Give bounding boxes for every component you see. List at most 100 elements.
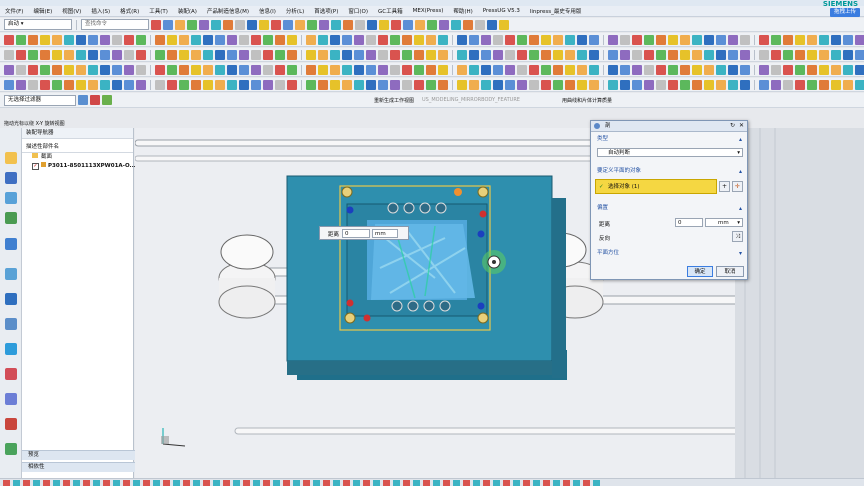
toolbar-icon[interactable] — [427, 19, 437, 30]
toolbar-icon[interactable] — [843, 49, 853, 60]
toolbar-icon[interactable] — [112, 49, 122, 60]
toolbar-icon[interactable] — [16, 64, 26, 75]
toolbar-icon[interactable] — [287, 64, 297, 75]
toolbar-icon[interactable] — [191, 49, 201, 60]
toolbar-icon[interactable] — [28, 34, 38, 45]
toolbar-icon[interactable] — [553, 34, 563, 45]
bottom-toolbar-icon[interactable] — [73, 479, 80, 486]
toolbar-icon[interactable] — [517, 34, 527, 45]
toolbar-icon[interactable] — [283, 19, 293, 30]
toolbar-icon[interactable] — [112, 79, 122, 90]
tree-item-sections[interactable]: 截面 — [22, 153, 133, 162]
menu-item[interactable]: PressUG V5.3 — [478, 8, 525, 14]
bottom-toolbar-icon[interactable] — [573, 479, 580, 486]
bottom-toolbar-icon[interactable] — [383, 479, 390, 486]
toolbar-icon[interactable] — [155, 79, 165, 90]
toolbar-icon[interactable] — [275, 34, 285, 45]
crosshair-icon[interactable]: ✛ — [732, 181, 743, 192]
toolbar-icon[interactable] — [179, 34, 189, 45]
toolbar-icon[interactable] — [704, 64, 714, 75]
toolbar-icon[interactable] — [680, 79, 690, 90]
menu-item[interactable]: 视图(V) — [57, 7, 86, 15]
toolbar-icon[interactable] — [136, 79, 146, 90]
toolbar-icon[interactable] — [215, 34, 225, 45]
system-materials-icon[interactable] — [5, 293, 17, 305]
toolbar-icon[interactable] — [831, 79, 841, 90]
toolbar-icon[interactable] — [40, 79, 50, 90]
toolbar-icon[interactable] — [505, 79, 515, 90]
toolbar-icon[interactable] — [517, 49, 527, 60]
toolbar-icon[interactable] — [402, 49, 412, 60]
bottom-toolbar-icon[interactable] — [93, 479, 100, 486]
toolbar-icon[interactable] — [819, 79, 829, 90]
toolbar-icon[interactable] — [275, 64, 285, 75]
toolbar-icon[interactable] — [771, 64, 781, 75]
toolbar-icon[interactable] — [541, 79, 551, 90]
distance-input[interactable]: 0 — [675, 218, 703, 227]
toolbar-icon[interactable] — [306, 49, 316, 60]
toolbar-icon[interactable] — [167, 64, 177, 75]
toolbar-icon[interactable] — [263, 64, 273, 75]
toolbar-icon[interactable] — [620, 49, 630, 60]
bottom-toolbar-icon[interactable] — [133, 479, 140, 486]
toolbar-icon[interactable] — [529, 64, 539, 75]
bottom-toolbar-icon[interactable] — [153, 479, 160, 486]
toolbar-icon[interactable] — [306, 64, 316, 75]
toolbar-icon[interactable] — [565, 79, 575, 90]
tree-item-part[interactable]: ✓ P3011-8501113XPW01A-O... — [22, 162, 136, 171]
toolbar-icon[interactable] — [620, 34, 630, 45]
menu-item[interactable]: 帮助(H) — [448, 7, 477, 15]
toolbar-icon[interactable] — [227, 79, 237, 90]
toolbar-icon[interactable] — [414, 34, 424, 45]
menu-item[interactable]: 首选项(P) — [309, 7, 343, 15]
toolbar-icon[interactable] — [680, 49, 690, 60]
toolbar-icon[interactable] — [807, 34, 817, 45]
toolbar-icon[interactable] — [100, 34, 110, 45]
toolbar-icon[interactable] — [795, 34, 805, 45]
toolbar-icon[interactable] — [306, 34, 316, 45]
toolbar-icon[interactable] — [493, 34, 503, 45]
toolbar-icon[interactable] — [287, 49, 297, 60]
toolbar-icon[interactable] — [318, 64, 328, 75]
toolbar-icon[interactable] — [64, 34, 74, 45]
toolbar-icon[interactable] — [331, 19, 341, 30]
toolbar-icon[interactable] — [505, 49, 515, 60]
toolbar-icon[interactable] — [271, 19, 281, 30]
toolbar-icon[interactable] — [287, 79, 297, 90]
menu-item[interactable]: 分析(L) — [281, 7, 309, 15]
toolbar-icon[interactable] — [644, 64, 654, 75]
plane-orientation-header[interactable]: 平面方位 ▾ — [591, 249, 747, 258]
toolbar-icon[interactable] — [191, 64, 201, 75]
toolbar-icon[interactable] — [379, 19, 389, 30]
toolbar-icon[interactable] — [668, 34, 678, 45]
process-studio-icon[interactable] — [5, 393, 17, 405]
toolbar-icon[interactable] — [4, 49, 14, 60]
bottom-toolbar-icon[interactable] — [263, 479, 270, 486]
toolbar-icon[interactable] — [740, 34, 750, 45]
bottom-toolbar-icon[interactable] — [353, 479, 360, 486]
toolbar-icon[interactable] — [505, 64, 515, 75]
bottom-toolbar-icon[interactable] — [143, 479, 150, 486]
toolbar-icon[interactable] — [843, 64, 853, 75]
toolbar-icon[interactable] — [136, 34, 146, 45]
toolbar-icon[interactable] — [52, 34, 62, 45]
toolbar-icon[interactable] — [263, 49, 273, 60]
toolbar-icon[interactable] — [275, 79, 285, 90]
toolbar-icon[interactable] — [167, 34, 177, 45]
toolbar-icon[interactable] — [100, 49, 110, 60]
toolbar-icon[interactable] — [608, 64, 618, 75]
toolbar-icon[interactable] — [632, 34, 642, 45]
toolbar-icon[interactable] — [855, 64, 864, 75]
bottom-toolbar-icon[interactable] — [373, 479, 380, 486]
toolbar-icon[interactable] — [704, 34, 714, 45]
toolbar-icon[interactable] — [608, 34, 618, 45]
toolbar-icon[interactable] — [414, 64, 424, 75]
toolbar-icon[interactable] — [136, 49, 146, 60]
navigator-column-header[interactable]: 描述性部件名 — [22, 142, 133, 153]
toolbar-icon[interactable] — [318, 49, 328, 60]
toolbar-icon[interactable] — [819, 34, 829, 45]
bottom-toolbar-icon[interactable] — [173, 479, 180, 486]
assembly-nav-icon[interactable] — [5, 152, 17, 164]
toolbar-icon[interactable] — [390, 34, 400, 45]
toolbar-icon[interactable] — [451, 19, 461, 30]
